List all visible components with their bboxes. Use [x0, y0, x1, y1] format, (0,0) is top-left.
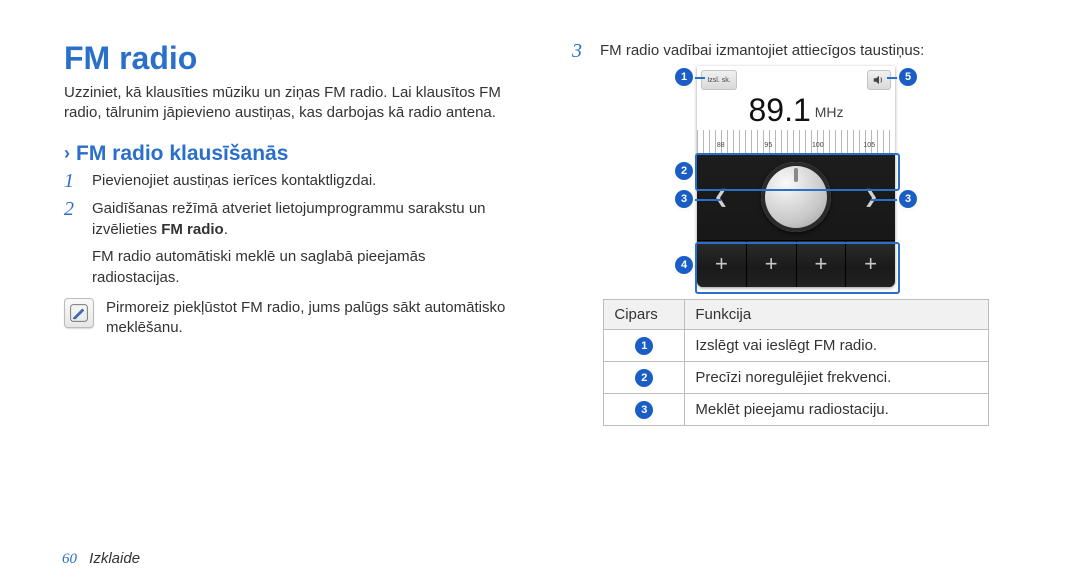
info-note-text: Pirmoreiz piekļūstot FM radio, jums palū…: [106, 298, 512, 339]
seek-next-button[interactable]: ❯: [859, 187, 883, 208]
step-2-part-c: .: [224, 221, 228, 238]
frequency-unit: MHz: [815, 104, 844, 120]
tick-label: 95: [764, 142, 772, 149]
row-number-cell: 3: [604, 394, 685, 426]
callout-3r: 3: [899, 190, 917, 208]
pencil-note-icon: [69, 303, 89, 323]
row-number-cell: 2: [604, 362, 685, 394]
lead-5: [887, 77, 899, 79]
preset-row: + + + +: [697, 240, 895, 287]
radio-diagram: 1 5 2 3 3 4 Izsl. sk.: [681, 66, 911, 287]
tune-knob[interactable]: [761, 162, 831, 232]
callout-5: 5: [899, 68, 917, 86]
row-number-cell: 1: [604, 330, 685, 362]
step-2-text: Gaidīšanas režīmā atveriet lietojumprogr…: [92, 198, 512, 240]
step-1-text: Pievienojiet austiņas ierīces kontaktlig…: [92, 170, 512, 191]
power-button[interactable]: Izsl. sk.: [701, 70, 737, 90]
radio-panel: Izsl. sk. 89.1 MHz 88 95: [697, 66, 895, 287]
speaker-button[interactable]: [867, 70, 891, 90]
step-2-part-a: Gaidīšanas režīmā atveriet lietojumprogr…: [92, 200, 486, 238]
step-number: 3: [572, 40, 590, 62]
row-func-2: Precīzi noregulējiet frekvenci.: [685, 362, 988, 394]
info-note-icon: [64, 298, 94, 328]
info-note: Pirmoreiz piekļūstot FM radio, jums palū…: [64, 298, 512, 339]
frequency-display: Izsl. sk. 89.1 MHz: [697, 66, 895, 130]
lead-3l: [693, 199, 721, 201]
lead-2: [693, 171, 697, 173]
row-badge-3: 3: [635, 401, 653, 419]
power-button-label: Izsl. sk.: [707, 77, 730, 84]
tick-label: 88: [717, 142, 725, 149]
table-header-row: Cipars Funkcija: [604, 300, 988, 330]
callout-4: 4: [675, 256, 693, 274]
row-func-3: Meklēt pieejamu radiostaciju.: [685, 394, 988, 426]
subhead-text: FM radio klausīšanās: [76, 142, 288, 166]
lead-3r: [871, 199, 899, 201]
scale-labels: 88 95 100 105: [697, 142, 895, 149]
tick-label: 105: [863, 142, 875, 149]
callout-2: 2: [675, 162, 693, 180]
page-number: 60: [62, 551, 77, 567]
frequency-scale[interactable]: 88 95 100 105: [697, 130, 895, 154]
table-row: 2 Precīzi noregulējiet frekvenci.: [604, 362, 988, 394]
step-3-text: FM radio vadībai izmantojiet attiecīgos …: [600, 40, 924, 61]
preset-add-2[interactable]: +: [746, 241, 796, 287]
seek-prev-button[interactable]: ❮: [709, 187, 733, 208]
preset-add-4[interactable]: +: [845, 241, 895, 287]
header-function: Funkcija: [685, 300, 988, 330]
table-row: 3 Meklēt pieejamu radiostaciju.: [604, 394, 988, 426]
section-subhead: › FM radio klausīšanās: [64, 142, 512, 166]
callout-1: 1: [675, 68, 693, 86]
header-number: Cipars: [604, 300, 685, 330]
speaker-icon: [872, 73, 886, 87]
step-2-substep: FM radio automātiski meklē un saglabā pi…: [92, 246, 512, 288]
tuning-row: ❮ ❯: [697, 154, 895, 240]
step-2: 2 Gaidīšanas režīmā atveriet lietojumpro…: [64, 198, 512, 240]
row-badge-2: 2: [635, 369, 653, 387]
intro-paragraph: Uzziniet, kā klausīties mūziku un ziņas …: [64, 83, 512, 124]
function-table: Cipars Funkcija 1 Izslēgt vai ieslēgt FM…: [603, 299, 988, 426]
right-column: 3 FM radio vadībai izmantojiet attiecīgo…: [562, 40, 1020, 556]
step-3: 3 FM radio vadībai izmantojiet attiecīgo…: [572, 40, 1020, 62]
steps-list: 1 Pievienojiet austiņas ierīces kontaktl…: [64, 170, 512, 240]
frequency-value: 89.1: [748, 94, 810, 126]
page-footer: 60 Izklaide: [62, 550, 140, 568]
section-name: Izklaide: [89, 550, 140, 567]
step-number: 2: [64, 198, 82, 220]
page-title: FM radio: [64, 40, 512, 77]
table-row: 1 Izslēgt vai ieslēgt FM radio.: [604, 330, 988, 362]
left-column: FM radio Uzziniet, kā klausīties mūziku …: [64, 40, 522, 556]
step-number: 1: [64, 170, 82, 192]
manual-page: FM radio Uzziniet, kā klausīties mūziku …: [0, 0, 1080, 586]
chevron-right-icon: ›: [64, 143, 70, 164]
step-1: 1 Pievienojiet austiņas ierīces kontaktl…: [64, 170, 512, 192]
preset-add-3[interactable]: +: [796, 241, 846, 287]
tick-label: 100: [812, 142, 824, 149]
row-func-1: Izslēgt vai ieslēgt FM radio.: [685, 330, 988, 362]
step-2-bold: FM radio: [161, 221, 224, 238]
row-badge-1: 1: [635, 337, 653, 355]
callout-3l: 3: [675, 190, 693, 208]
preset-add-1[interactable]: +: [697, 241, 746, 287]
lead-1: [693, 77, 705, 79]
lead-4: [693, 265, 697, 267]
